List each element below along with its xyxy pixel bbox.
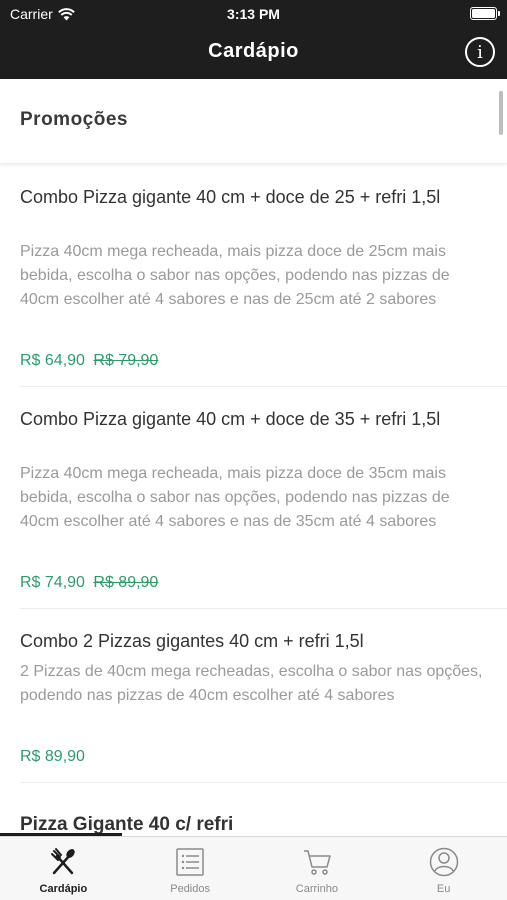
info-icon[interactable]: i [465, 37, 495, 67]
divider [20, 608, 507, 609]
menu-item[interactable]: Combo Pizza gigante 40 cm + doce de 35 +… [0, 401, 507, 609]
tab-carrinho[interactable]: Carrinho [254, 837, 381, 900]
tab-label: Pedidos [170, 883, 210, 895]
item-price: R$ 74,90 [20, 574, 85, 591]
status-bar: Carrier 3:13 PM [0, 0, 507, 28]
cutlery-icon [51, 848, 76, 875]
divider [20, 386, 507, 387]
status-time: 3:13 PM [227, 6, 280, 22]
divider [20, 782, 507, 783]
tab-eu[interactable]: Eu [380, 837, 507, 900]
battery-icon [470, 7, 500, 20]
item-price: R$ 89,90 [20, 748, 85, 765]
section-title: Promoções [20, 109, 128, 130]
info-glyph: i [477, 41, 483, 63]
list-icon [176, 848, 204, 876]
menu-item[interactable]: Combo Pizza gigante 40 cm + doce de 25 +… [0, 179, 507, 387]
tab-label: Cardápio [39, 883, 88, 895]
item-price: R$ 64,90 [20, 352, 85, 369]
menu-item[interactable]: Combo 2 Pizzas gigantes 40 cm + refri 1,… [0, 623, 507, 783]
item-old-price: R$ 79,90 [93, 352, 159, 369]
nav-header: Carrier 3:13 PM Cardápio i [0, 0, 507, 79]
item-prices: R$ 64,90 R$ 79,90 [20, 352, 158, 370]
menu-list[interactable]: Promoções Combo Pizza gigante 40 cm + do… [0, 79, 507, 836]
item-old-price: R$ 89,90 [93, 574, 159, 591]
item-description: Pizza 40cm mega recheada, mais pizza doc… [20, 243, 450, 308]
item-name: Combo 2 Pizzas gigantes 40 cm + refri 1,… [20, 631, 364, 651]
item-description: Pizza 40cm mega recheada, mais pizza doc… [20, 465, 450, 530]
section-header: Promoções [0, 79, 507, 164]
page-title: Cardápio [208, 40, 299, 62]
item-name: Combo Pizza gigante 40 cm + doce de 25 +… [20, 187, 441, 207]
tab-pedidos[interactable]: Pedidos [127, 837, 254, 900]
user-icon [429, 847, 458, 877]
scrollbar[interactable] [499, 91, 503, 135]
item-prices: R$ 74,90 R$ 89,90 [20, 574, 158, 592]
item-description: 2 Pizzas de 40cm mega recheadas, escolha… [20, 663, 483, 704]
item-prices: R$ 89,90 [20, 748, 85, 766]
tab-cardapio[interactable]: Cardápio [0, 837, 127, 900]
tab-label: Carrinho [295, 883, 338, 895]
cart-icon [303, 850, 331, 875]
tab-label: Eu [436, 883, 451, 895]
item-name: Combo Pizza gigante 40 cm + doce de 35 +… [20, 409, 441, 429]
tab-bar: Cardápio Pedidos Carrinho Eu [0, 836, 507, 900]
